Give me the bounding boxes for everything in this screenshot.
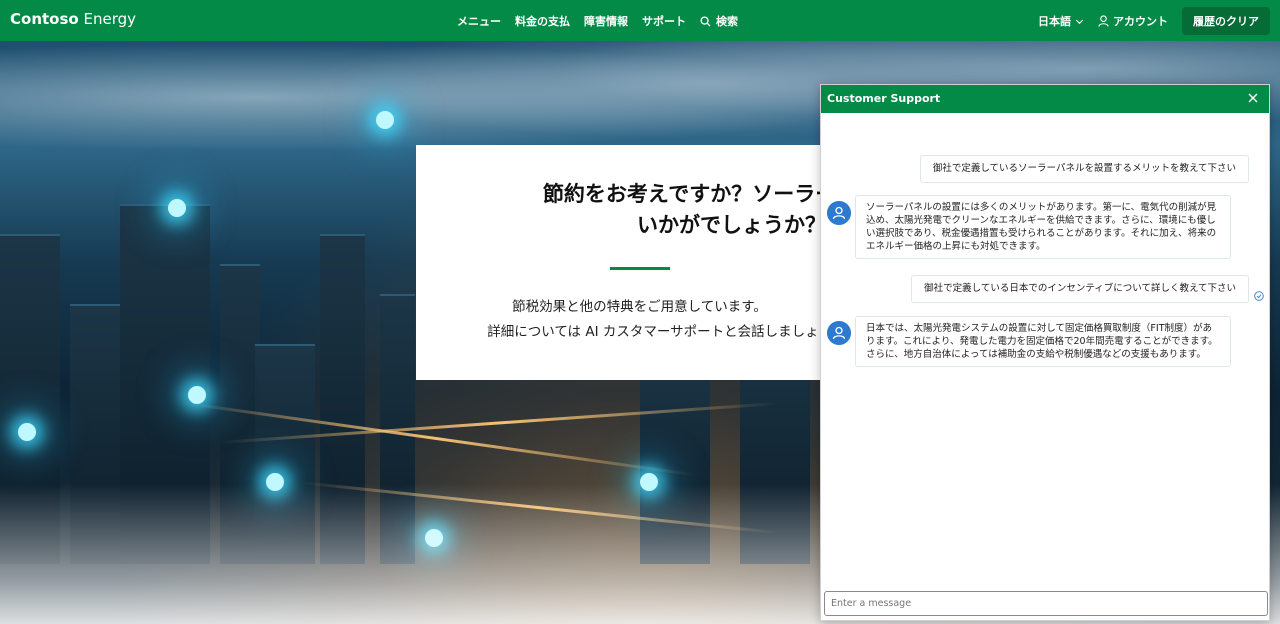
network-node: [168, 199, 186, 217]
language-selector[interactable]: 日本語: [1038, 13, 1084, 29]
nav-item-billing[interactable]: 料金の支払: [515, 13, 570, 29]
chevron-down-icon: [1075, 19, 1084, 24]
nav-item-label: 検索: [716, 15, 738, 28]
network-node: [188, 386, 206, 404]
read-receipt-icon: [1254, 291, 1264, 301]
user-message: 御社で定義している日本でのインセンティブについて詳しく教えて下さい: [911, 275, 1249, 303]
top-navigation-bar: Contoso Energy メニュー 料金の支払 障害情報 サポート 検索 日…: [0, 0, 1280, 41]
bot-avatar-icon: [827, 201, 851, 225]
customer-support-chat: Customer Support 御社で定義しているソーラーパネルを設置するメリ…: [820, 84, 1270, 621]
search-icon: [700, 15, 711, 27]
main-nav: メニュー 料金の支払 障害情報 サポート 検索: [457, 13, 738, 29]
chat-title: Customer Support: [827, 92, 941, 105]
nav-item-label: 料金の支払: [515, 15, 570, 28]
account-link[interactable]: アカウント: [1098, 13, 1168, 29]
nav-item-support[interactable]: サポート: [642, 13, 686, 29]
nav-item-label: メニュー: [457, 15, 501, 28]
accent-divider: [610, 267, 670, 270]
brand-name-light: Energy: [83, 10, 136, 28]
hero-subtitle-line1: 節税効果と他の特典をご用意しています。: [512, 299, 767, 315]
message-input[interactable]: [824, 591, 1268, 616]
nav-item-menu[interactable]: メニュー: [457, 13, 501, 29]
account-label: アカウント: [1113, 15, 1168, 28]
hero-subtitle-line2: 詳細については AI カスタマーサポートと会話しましょう。: [487, 324, 831, 340]
language-label: 日本語: [1038, 15, 1071, 28]
hero-card: 節約をお考えですか？ソーラーパネルは いかがでしょうか？ 節税効果と他の特典をご…: [416, 145, 831, 380]
hero-headline-line2: いかがでしょうか？: [637, 213, 826, 237]
header-actions: 日本語 アカウント 履歴のクリア: [1038, 7, 1270, 35]
nav-item-label: サポート: [642, 15, 686, 28]
hero-subtitle: 節税効果と他の特典をご用意しています。 詳細については AI カスタマーサポート…: [416, 295, 831, 345]
close-icon[interactable]: [1245, 90, 1261, 106]
clear-history-button[interactable]: 履歴のクリア: [1182, 7, 1270, 35]
brand-name-bold: Contoso: [10, 10, 79, 28]
hero-headline-line1: 節約をお考えですか？ソーラーパネルは: [542, 182, 831, 206]
hero-headline: 節約をお考えですか？ソーラーパネルは いかがでしょうか？: [416, 179, 831, 241]
bot-avatar-icon: [827, 321, 851, 345]
user-icon: [1098, 15, 1109, 27]
network-node: [376, 111, 394, 129]
user-message: 御社で定義しているソーラーパネルを設置するメリットを教えて下さい: [919, 155, 1249, 183]
network-node: [18, 423, 36, 441]
nav-item-outages[interactable]: 障害情報: [584, 13, 628, 29]
assistant-message: 日本では、太陽光発電システムの設置に対して固定価格買取制度（FIT制度）がありま…: [855, 316, 1231, 367]
assistant-message: ソーラーパネルの設置には多くのメリットがあります。第一に、電気代の削減が見込め、…: [855, 195, 1231, 259]
nav-item-search[interactable]: 検索: [700, 13, 738, 29]
chat-header: Customer Support: [821, 85, 1269, 113]
nav-item-label: 障害情報: [584, 15, 628, 28]
brand-logo[interactable]: Contoso Energy: [10, 10, 136, 28]
